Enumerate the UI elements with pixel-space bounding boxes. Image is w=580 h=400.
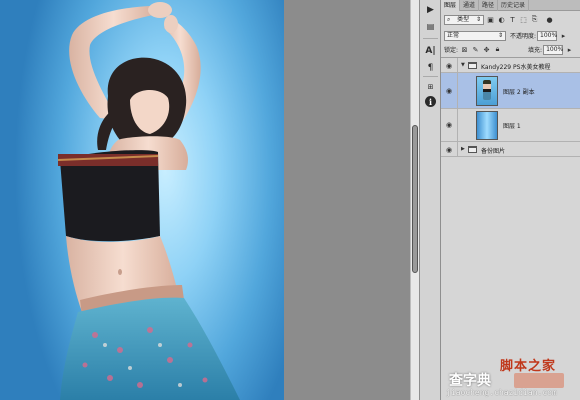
document-canvas[interactable] [0, 0, 284, 400]
folder-icon [468, 62, 477, 69]
fill-label: 填充: [528, 47, 543, 54]
fill-dropdown-icon[interactable]: ▸ [565, 45, 574, 54]
fill-input[interactable]: 100% [543, 44, 564, 55]
divider [457, 73, 458, 108]
layer-row[interactable]: ◉ 图层 1 [441, 109, 580, 142]
tab-channels[interactable]: 通道 [460, 0, 480, 11]
layer-name: 图层 1 [503, 123, 521, 130]
chevron-down-icon: ⇕ [497, 31, 503, 39]
info-icon[interactable]: i [425, 96, 436, 107]
layer-row-selected[interactable]: ◉ 图层 2 副本 [441, 73, 580, 109]
lock-row: 锁定: ⊠ ✎ ✥ 🔒︎ 填充: 100% ▸ [444, 44, 574, 55]
history-icon[interactable]: ▤ [424, 20, 437, 33]
eye-icon[interactable]: ◉ [444, 62, 454, 70]
play-icon[interactable]: ▶ [424, 3, 437, 16]
layer-name: 备份图片 [481, 148, 506, 155]
tab-history[interactable]: 历史记录 [498, 0, 530, 11]
watermark-url: jiaocheng.chazidian.com [446, 388, 557, 397]
photo-artwork [57, 2, 240, 400]
lock-position-icon[interactable]: ✥ [482, 45, 491, 54]
tab-layers[interactable]: 图层 [441, 0, 461, 11]
layer-name: Kandy229 PS水美女教程 [481, 64, 551, 71]
pasteboard [284, 0, 410, 400]
opacity-value: 100% [540, 31, 558, 39]
watermark-brand: 脚本之家 [500, 359, 557, 374]
filter-type-icon[interactable]: T [508, 15, 517, 24]
panel-dock-strip: ▶ ▤ A| ¶ ⊞ i [419, 0, 441, 400]
layer-thumbnail [476, 76, 498, 106]
folder-icon [468, 146, 477, 153]
search-icon: ⌕ [447, 15, 451, 23]
layer-thumbnail [476, 111, 498, 140]
type-icon[interactable]: A| [424, 44, 437, 57]
panel-tabs: 图层 通道 路径 历史记录 [441, 0, 580, 11]
layer-name: 图层 2 副本 [503, 89, 535, 96]
eye-icon[interactable]: ◉ [444, 121, 454, 129]
layers-panel: 图层 通道 路径 历史记录 ⌕ 类型 ⇕ ▣ ◐ T ⬚ ⎘ ● 正常 ⇕ 不透… [441, 0, 580, 400]
lock-label: 锁定: [444, 47, 459, 54]
chevron-right-icon[interactable]: ▶ [461, 146, 465, 152]
layer-filter-row: ⌕ 类型 ⇕ ▣ ◐ T ⬚ ⎘ ● [444, 14, 554, 25]
chevron-down-icon[interactable]: ▼ [461, 62, 465, 68]
divider [457, 58, 458, 72]
divider [423, 38, 438, 39]
tab-paths[interactable]: 路径 [479, 0, 499, 11]
filter-toggle-icon[interactable]: ● [545, 15, 554, 24]
eye-icon[interactable]: ◉ [444, 146, 454, 154]
divider [457, 109, 458, 141]
filter-adjustment-icon[interactable]: ◐ [497, 15, 506, 24]
scrollbar-thumb[interactable] [412, 125, 418, 273]
lock-image-icon[interactable]: ✎ [471, 45, 480, 54]
paragraph-icon[interactable]: ¶ [424, 61, 437, 74]
layer-group-row[interactable]: ◉ ▼ Kandy229 PS水美女教程 [441, 58, 580, 73]
layer-group-row[interactable]: ◉ ▶ 备份图片 [441, 142, 580, 157]
filter-shape-icon[interactable]: ⬚ [519, 15, 528, 24]
blend-mode-select[interactable]: 正常 ⇕ [444, 30, 506, 41]
opacity-label: 不透明度: [510, 33, 537, 40]
lock-icon[interactable]: 🔒︎ [493, 45, 502, 54]
watermark-site: 查字典 [449, 373, 491, 389]
opacity-dropdown-icon[interactable]: ▸ [559, 31, 568, 40]
filter-smart-icon[interactable]: ⎘ [530, 15, 539, 24]
blend-mode-value: 正常 [447, 31, 460, 39]
watermark-badge [514, 373, 564, 388]
opacity-input[interactable]: 100% [537, 30, 558, 41]
lock-transparency-icon[interactable]: ⊠ [460, 45, 469, 54]
fill-value: 100% [546, 45, 564, 53]
divider [423, 76, 438, 77]
grid-icon[interactable]: ⊞ [424, 80, 437, 93]
filter-pixel-icon[interactable]: ▣ [486, 15, 495, 24]
filter-kind-select[interactable]: ⌕ 类型 ⇕ [444, 14, 484, 25]
filter-kind-label: 类型 [457, 15, 470, 23]
chevron-down-icon: ⇕ [475, 15, 481, 23]
vertical-scrollbar[interactable] [410, 0, 419, 400]
eye-icon[interactable]: ◉ [444, 87, 454, 95]
layer-list: ◉ ▼ Kandy229 PS水美女教程 ◉ 图层 2 副本 ◉ 图层 1 ◉ … [441, 57, 580, 400]
blend-row: 正常 ⇕ 不透明度: 100% ▸ [444, 30, 568, 41]
divider [457, 142, 458, 156]
